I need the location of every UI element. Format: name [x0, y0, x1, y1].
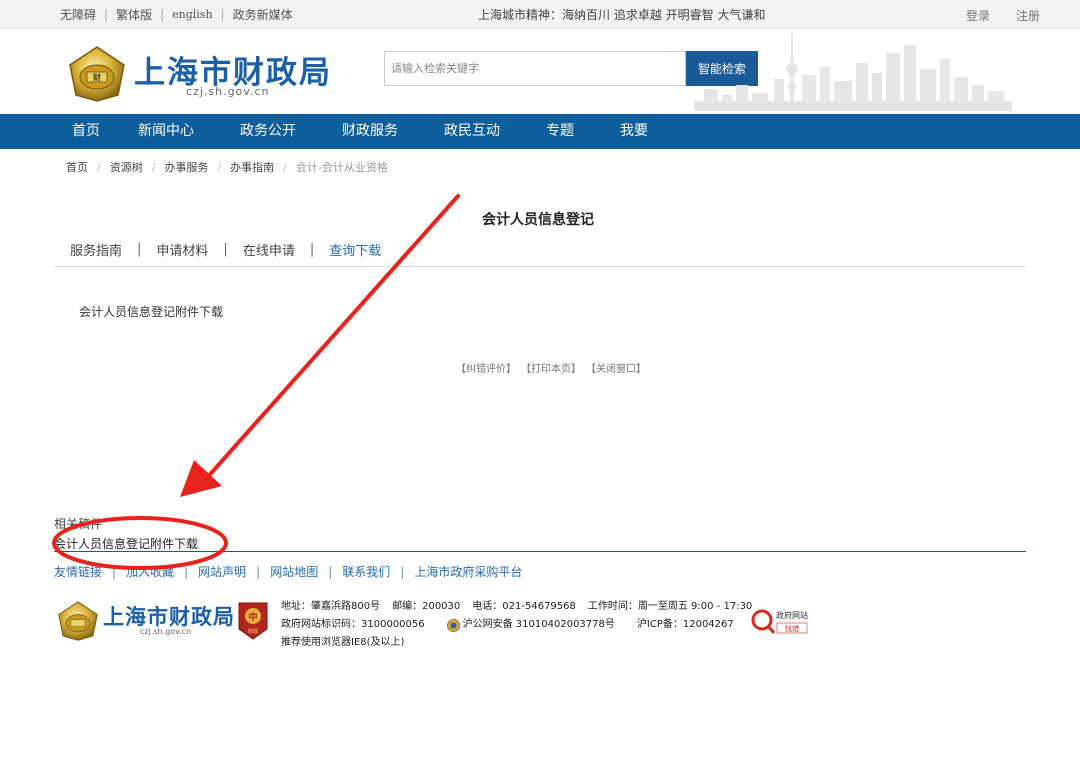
nav-item-news[interactable]: 新闻中心	[124, 114, 208, 149]
footer-icp[interactable]: 沪ICP备：12004267	[637, 616, 734, 634]
tab-service-guide[interactable]: 服务指南	[70, 240, 122, 259]
site-url: czj.sh.gov.cn	[186, 85, 270, 98]
top-bar: 无障碍 | 繁体版 | english | 政务新媒体 上海城市精神：海纳百川 …	[0, 0, 1080, 29]
tab-query-download[interactable]: 查询下载	[329, 240, 381, 259]
finance-bureau-emblem-icon[interactable]: 财	[66, 45, 128, 103]
svg-text:找错: 找错	[785, 624, 799, 633]
breadcrumb-home[interactable]: 首页	[66, 159, 88, 175]
top-bar-links: 无障碍 | 繁体版 | english | 政务新媒体	[60, 6, 293, 23]
footer-hours: 工作时间：周一至周五 9:00 - 17:30	[587, 601, 753, 612]
nav-item-interaction[interactable]: 政民互动	[430, 114, 514, 149]
footer-links: 友情链接 | 加入收藏 | 网站声明 | 网站地图 | 联系我们 | 上海市政府…	[54, 563, 523, 580]
party-badge-icon[interactable]: 中 财政	[236, 601, 270, 641]
related-article-link[interactable]: 会计人员信息登记附件下载	[54, 535, 198, 552]
footer-police-record[interactable]: 沪公网安备 31010402003778号	[463, 616, 615, 634]
bookmark-link[interactable]: 加入收藏	[126, 563, 174, 580]
nav-item-i-want[interactable]: 我要	[606, 114, 662, 149]
footer-gov-id: 政府网站标识码：3100000056	[281, 619, 425, 630]
svg-text:政府网站: 政府网站	[776, 610, 808, 620]
breadcrumb-resource-tree[interactable]: 资源树	[110, 159, 143, 175]
page-title: 会计人员信息登记	[482, 212, 594, 228]
english-link[interactable]: english	[172, 8, 212, 21]
breadcrumb-current: 会计-会计从业资格	[295, 161, 388, 174]
police-badge-icon	[446, 618, 460, 632]
sitemap-link[interactable]: 网站地图	[270, 563, 318, 580]
related-heading: 相关稿件	[54, 517, 103, 531]
search-input[interactable]	[384, 51, 686, 86]
download-content-text: 会计人员信息登记附件下载	[79, 305, 224, 319]
breadcrumb-guide[interactable]: 办事指南	[230, 159, 274, 175]
nav-item-topics[interactable]: 专题	[532, 114, 588, 149]
procurement-platform-link[interactable]: 上海市政府采购平台	[414, 563, 522, 580]
page-actions: 【纠错评价】 【打印本页】 【关闭窗口】	[456, 360, 646, 375]
traditional-chinese-link[interactable]: 繁体版	[116, 6, 152, 23]
breadcrumb: 首页 / 资源树 / 办事服务 / 办事指南 / 会计-会计从业资格	[66, 159, 388, 175]
site-statement-link[interactable]: 网站声明	[198, 563, 246, 580]
footer-postcode: 邮编：200030	[392, 601, 461, 612]
divider: |	[160, 7, 165, 22]
divider	[54, 266, 1026, 267]
feedback-link[interactable]: 【纠错评价】	[456, 360, 516, 375]
contact-link[interactable]: 联系我们	[342, 563, 390, 580]
accessibility-link[interactable]: 无障碍	[60, 6, 96, 23]
tab-materials[interactable]: 申请材料	[156, 240, 208, 259]
footer-address: 地址：肇嘉浜路800号	[281, 601, 381, 612]
footer-contact-info: 地址：肇嘉浜路800号 邮编：200030 电话：021-54679568 工作…	[281, 598, 752, 652]
svg-text:财: 财	[92, 72, 101, 82]
footer-browser-note: 推荐使用浏览器IE8(及以上)	[281, 637, 405, 648]
tab-online-apply[interactable]: 在线申请	[243, 240, 295, 259]
divider: |	[220, 7, 225, 22]
footer-site-url: czj.sh.gov.cn	[140, 627, 192, 636]
city-slogan: 上海城市精神：海纳百川 追求卓越 开明睿智 大气谦和	[478, 8, 766, 22]
footer-phone: 电话：021-54679568	[472, 601, 576, 612]
account-links: 登录 注册	[966, 7, 1040, 24]
nav-item-gov-affairs[interactable]: 政务公开	[226, 114, 310, 149]
print-link[interactable]: 【打印本页】	[521, 360, 581, 375]
svg-text:中: 中	[248, 611, 257, 623]
service-tabs: 服务指南 | 申请材料 | 在线申请 | 查询下载	[70, 240, 382, 259]
nav-item-home[interactable]: 首页	[58, 114, 114, 149]
svg-text:财政: 财政	[248, 628, 258, 635]
register-link[interactable]: 注册	[1016, 7, 1040, 24]
breadcrumb-services[interactable]: 办事服务	[164, 159, 208, 175]
new-media-link[interactable]: 政务新媒体	[233, 6, 293, 23]
site-header: 财 上海市财政局 czj.sh.gov.cn 智能检索	[0, 29, 1080, 114]
divider: |	[104, 7, 109, 22]
gov-site-find-error-icon[interactable]: 政府网站 找错	[750, 606, 812, 636]
city-skyline-image	[694, 33, 1012, 111]
divider	[54, 551, 1026, 552]
login-link[interactable]: 登录	[966, 7, 990, 24]
main-nav: 首页 新闻中心 政务公开 财政服务 政民互动 专题 我要	[0, 114, 1080, 149]
friend-links[interactable]: 友情链接	[54, 563, 102, 580]
nav-item-finance-services[interactable]: 财政服务	[328, 114, 412, 149]
close-window-link[interactable]: 【关闭窗口】	[586, 360, 646, 375]
footer-emblem-icon	[58, 601, 98, 641]
